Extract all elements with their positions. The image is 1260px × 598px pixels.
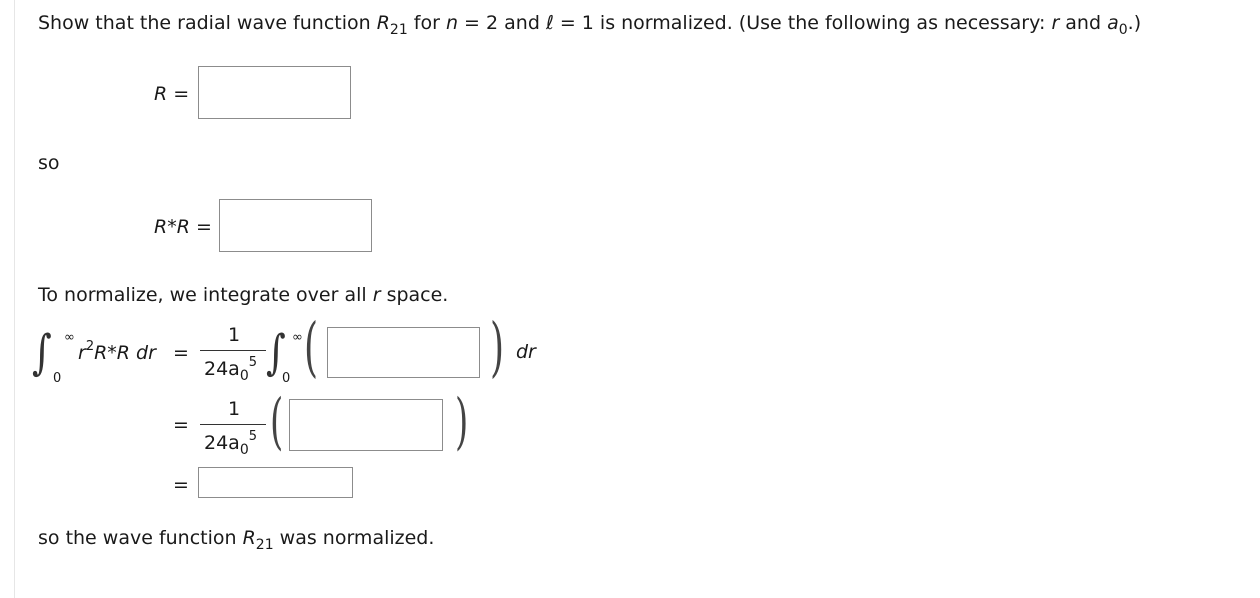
equals-sign-1: =: [173, 342, 189, 364]
left-border: [14, 0, 15, 598]
fraction-2-numerator: 1: [228, 398, 241, 420]
integral-lower-limit-rhs: 0: [282, 371, 291, 386]
r-answer-input[interactable]: [198, 66, 351, 119]
equals-sign-3: =: [173, 474, 189, 496]
antiderivative-answer-input[interactable]: [289, 399, 443, 451]
integral-sign-lhs: ∫: [32, 324, 52, 380]
integral-upper-limit-rhs: ∞: [292, 330, 303, 345]
dr-label: dr: [516, 341, 536, 363]
normalize-instruction: To normalize, we integrate over all r sp…: [38, 284, 449, 306]
conclusion-text: so the wave function R21 was normalized.: [38, 527, 435, 553]
rstar-r-answer-input[interactable]: [219, 199, 372, 252]
left-paren-1: (: [304, 311, 319, 385]
integrand-answer-input[interactable]: [327, 327, 480, 378]
integral-lower-limit-lhs: 0: [53, 371, 62, 386]
right-paren-1: ): [490, 311, 505, 385]
equals-sign-2: =: [173, 414, 189, 436]
r-equation-label: R =: [154, 83, 190, 105]
integrand-lhs: r2R*R dr: [78, 339, 156, 364]
left-paren-2: (: [270, 386, 284, 458]
fraction-1-numerator: 1: [228, 324, 241, 346]
fraction-1-denominator: 24a05: [204, 355, 258, 384]
final-value-input[interactable]: [198, 467, 353, 498]
so-label: so: [38, 152, 60, 174]
integral-upper-limit-lhs: ∞: [64, 330, 75, 345]
question-text: Show that the radial wave function R21 f…: [38, 12, 1142, 38]
rstar-r-equation-label: R*R =: [154, 216, 212, 238]
fraction-2-denominator: 24a05: [204, 429, 258, 458]
right-paren-2: ): [455, 386, 469, 458]
integral-sign-rhs: ∫: [266, 324, 286, 380]
fraction-1-bar: [200, 350, 266, 351]
fraction-2-bar: [200, 424, 266, 425]
